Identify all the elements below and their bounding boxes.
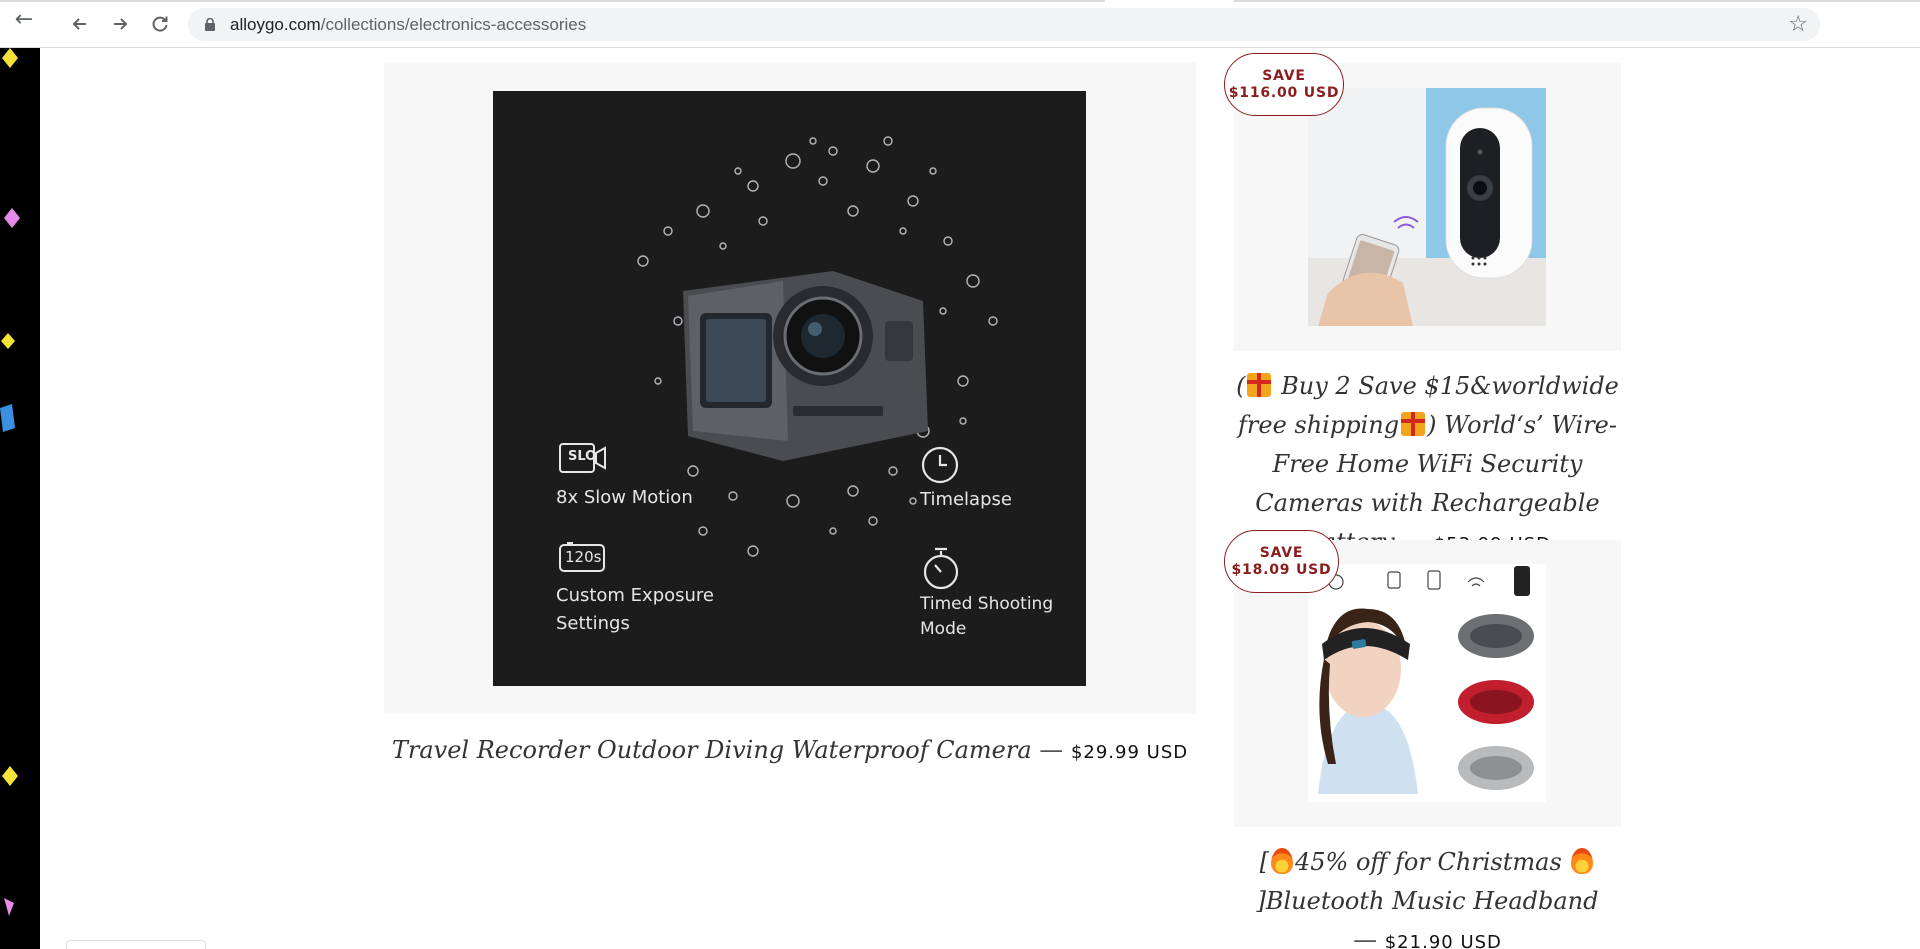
product-title-part[interactable]: ]Bluetooth Music Headband [1257, 887, 1599, 915]
tab-strip-line [0, 0, 1105, 2]
star-icon[interactable]: ☆ [1788, 12, 1808, 37]
feature-timed-line1: Timed Shooting [920, 594, 1054, 614]
timer-icon [923, 547, 959, 590]
save-badge: SAVE $116.00 USD [1224, 53, 1344, 116]
confetti-decoration [0, 48, 20, 916]
product-image-card[interactable]: SLO 8x Slow Motion Timelapse 120s Custom… [384, 63, 1196, 713]
fire-icon [1270, 848, 1293, 874]
lock-icon [205, 18, 215, 31]
url-domain: alloygo.com [230, 15, 321, 34]
title-bracket[interactable]: [ [1260, 848, 1269, 876]
back-arrow-icon[interactable]: ← [10, 6, 38, 34]
browser-toolbar: ← alloygo.com/collections/electronics-ac… [0, 0, 1920, 48]
feature-exposure-line2: Settings [556, 613, 630, 634]
feature-exposure-line1: Custom Exposure [556, 585, 715, 606]
product-price: $21.90 USD [1384, 932, 1502, 949]
product-price: $29.99 USD [1070, 742, 1189, 763]
forward-button[interactable] [106, 10, 134, 38]
save-badge-label: SAVE [1262, 68, 1306, 84]
tab-strip-line [1234, 0, 1920, 2]
confetti-piece [4, 208, 20, 228]
action-camera [683, 271, 928, 461]
confetti-piece [0, 404, 15, 432]
bottom-widget-tab[interactable] [66, 940, 206, 949]
reload-icon [152, 16, 168, 32]
price-separator: — [1353, 926, 1378, 949]
feature-timed-line2: Mode [920, 619, 967, 639]
address-bar[interactable]: alloygo.com/collections/electronics-acce… [188, 8, 1820, 41]
timelapse-icon [921, 446, 959, 484]
url-path: /collections/electronics-accessories [320, 15, 587, 34]
url-text: alloygo.com/collections/electronics-acce… [230, 15, 586, 35]
headband-illustration [1308, 564, 1546, 802]
slo-icon-label: SLO [568, 449, 597, 464]
confetti-piece [2, 48, 18, 68]
confetti-strip [0, 48, 40, 949]
camera-product-photo: SLO 8x Slow Motion Timelapse 120s Custom… [493, 91, 1086, 686]
gift-icon [1247, 373, 1272, 397]
product-title-part[interactable]: 45% off for Christmas [1295, 848, 1569, 876]
save-badge-amount: $18.09 USD [1231, 562, 1332, 578]
confetti-piece [4, 898, 14, 916]
product-title-link[interactable]: [45% off for Christmas ]Bluetooth Music … [1234, 843, 1621, 949]
save-badge-amount: $116.00 USD [1228, 85, 1340, 101]
collection-page: SLO 8x Slow Motion Timelapse 120s Custom… [40, 48, 1920, 949]
confetti-piece [2, 766, 18, 786]
exposure-icon-label: 120s [565, 548, 602, 566]
confetti-piece [1, 333, 15, 349]
forward-arrow-icon [114, 18, 128, 30]
save-badge-label: SAVE [1259, 545, 1304, 561]
save-badge: SAVE $18.09 USD [1224, 530, 1339, 593]
fire-icon [1571, 848, 1594, 874]
back-arrow-icon [72, 18, 86, 30]
title-bracket[interactable]: ( [1236, 372, 1245, 400]
feature-slow-motion: 8x Slow Motion [556, 487, 693, 508]
headband-photo [1308, 564, 1546, 802]
price-separator: — [1039, 736, 1064, 764]
product-title[interactable]: Travel Recorder Outdoor Diving Waterproo… [392, 736, 1032, 764]
security-camera-photo [1308, 88, 1546, 326]
back-button[interactable] [66, 10, 94, 38]
feature-timelapse: Timelapse [920, 489, 1012, 510]
gift-icon [1401, 412, 1426, 436]
reload-button[interactable] [146, 10, 174, 38]
product-title-link[interactable]: Travel Recorder Outdoor Diving Waterproo… [384, 736, 1196, 764]
security-camera-illustration [1308, 88, 1546, 326]
